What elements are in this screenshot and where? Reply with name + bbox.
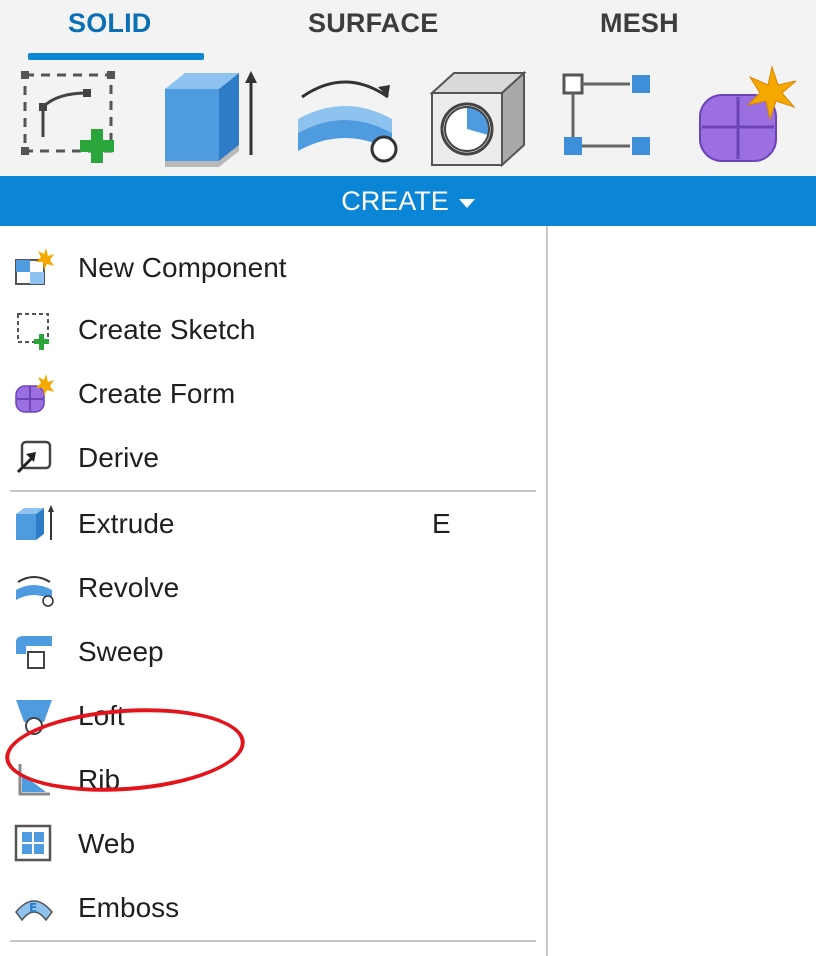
- extrude-tool[interactable]: [150, 62, 270, 172]
- menu-item-rib[interactable]: Rib: [0, 750, 546, 808]
- menu-item-label: New Component: [78, 252, 287, 283]
- revolve-icon: [14, 568, 54, 608]
- menu-item-label: Extrude: [78, 508, 175, 539]
- create-menu-button[interactable]: CREATE: [0, 176, 816, 226]
- menu-item-label: Web: [78, 828, 136, 859]
- extrude-icon: [14, 504, 54, 544]
- menu-item-label: Sweep: [78, 636, 164, 667]
- menu-item-create-sketch[interactable]: Create Sketch: [0, 300, 546, 358]
- menu-item-loft[interactable]: Loft: [0, 686, 546, 744]
- menu-item-label: Derive: [78, 442, 159, 473]
- menu-item-create-form[interactable]: Create Form: [0, 364, 546, 422]
- tab-surface[interactable]: SURFACE: [308, 8, 438, 39]
- menu-item-new-component[interactable]: New Component: [0, 238, 546, 296]
- menu-item-extrude[interactable]: Extrude E: [0, 494, 546, 552]
- extrude-icon: [165, 71, 257, 167]
- web-icon: [14, 824, 54, 864]
- create-menu-label: CREATE: [341, 185, 449, 216]
- create-sketch-icon: [14, 310, 54, 350]
- pattern-icon: [562, 73, 650, 155]
- caret-down-icon: [458, 198, 475, 208]
- create-form-tool[interactable]: [690, 62, 802, 172]
- create-sketch-tool[interactable]: [16, 62, 128, 172]
- menu-item-label: Create Form: [78, 378, 236, 409]
- derive-icon: [14, 438, 54, 478]
- create-form-icon: [14, 374, 54, 414]
- rib-icon: [14, 760, 54, 800]
- emboss-icon: E: [14, 888, 54, 928]
- revolve-tool[interactable]: [286, 62, 404, 172]
- workspace-tabbar: SOLID SURFACE MESH: [0, 0, 816, 62]
- menu-item-label: Rib: [78, 764, 121, 795]
- menu-separator: [10, 490, 536, 492]
- tab-mesh[interactable]: MESH: [600, 8, 679, 39]
- menu-item-label: Emboss: [78, 892, 180, 923]
- menu-item-label: Revolve: [78, 572, 180, 603]
- menu-item-sweep[interactable]: Sweep: [0, 622, 546, 680]
- create-sketch-icon: [21, 71, 115, 163]
- sweep-icon: [14, 632, 54, 672]
- pattern-tool[interactable]: [548, 62, 666, 172]
- menu-item-web[interactable]: Web: [0, 814, 546, 872]
- hole-tool[interactable]: [422, 62, 534, 172]
- svg-text:E: E: [29, 901, 37, 915]
- hole-icon: [429, 70, 527, 168]
- loft-icon: [14, 696, 54, 736]
- menu-separator: [10, 940, 536, 942]
- active-tab-indicator: [28, 53, 204, 60]
- menu-item-revolve[interactable]: Revolve: [0, 558, 546, 616]
- menu-item-derive[interactable]: Derive: [0, 428, 546, 486]
- create-dropdown-menu: New Component Create Sketch Create Form: [0, 226, 548, 956]
- new-component-icon: [14, 248, 54, 288]
- revolve-icon: [298, 80, 398, 163]
- menu-item-label: Loft: [78, 700, 125, 731]
- create-form-icon: [699, 65, 797, 162]
- menu-item-shortcut: E: [432, 508, 451, 539]
- menu-item-label: Create Sketch: [78, 314, 256, 345]
- menu-item-emboss[interactable]: E Emboss: [0, 878, 546, 936]
- ribbon-toolbar: [0, 62, 816, 176]
- tab-solid[interactable]: SOLID: [68, 8, 152, 39]
